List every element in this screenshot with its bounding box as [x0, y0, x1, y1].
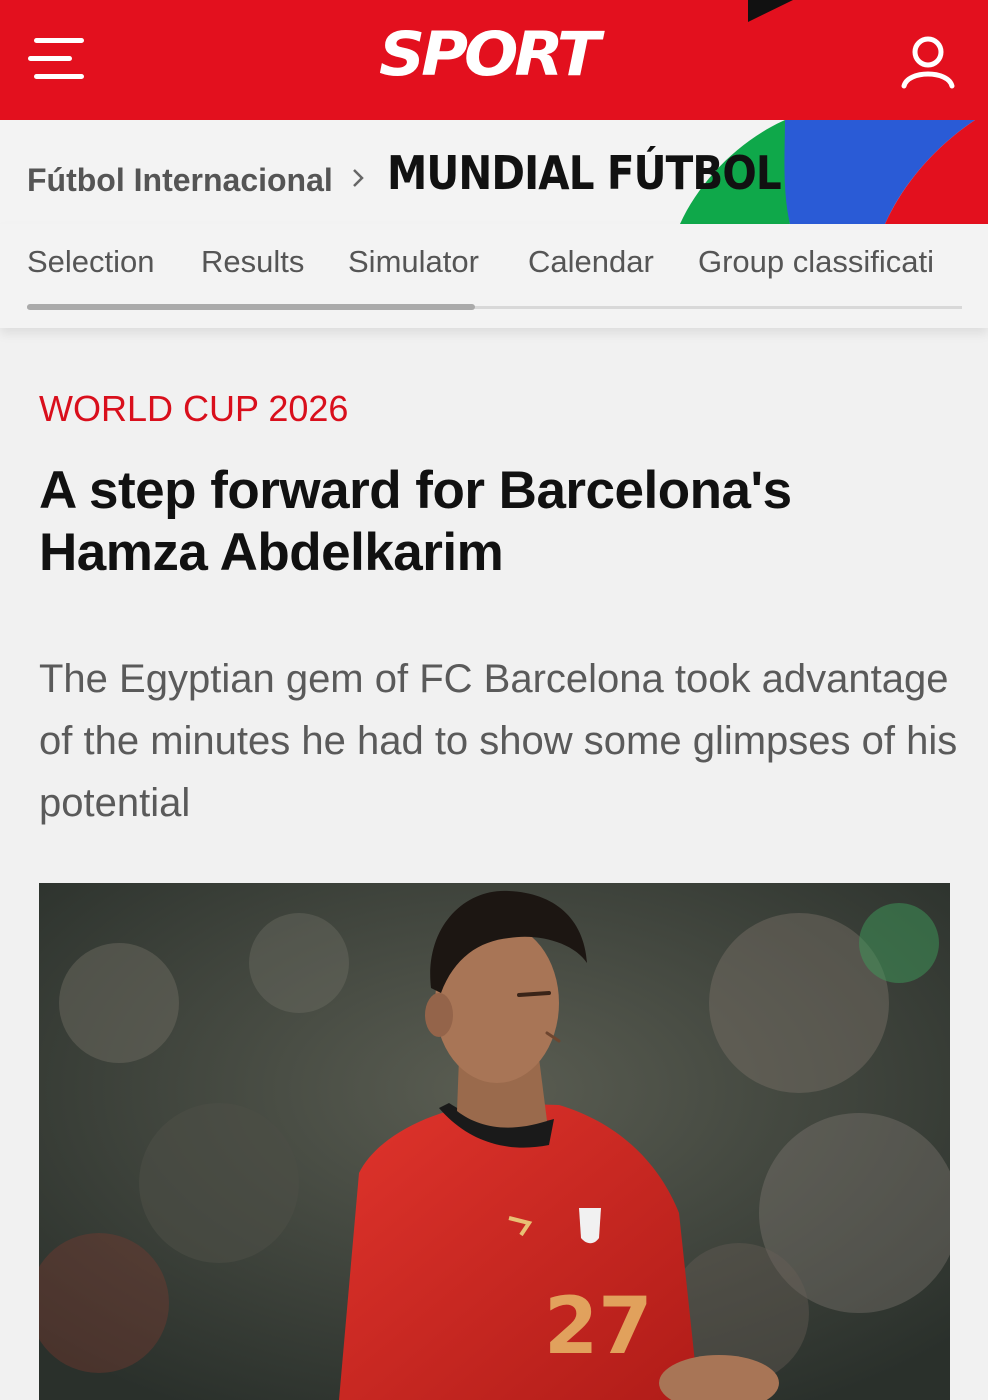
hamburger-menu-icon[interactable] — [28, 36, 86, 84]
article-headline: A step forward for Barcelona's Hamza Abd… — [39, 461, 792, 582]
chevron-right-icon — [353, 169, 364, 187]
article-photo: 27 — [39, 883, 950, 1400]
menu-bar — [28, 56, 72, 61]
article-subtitle: The Egyptian gem of FC Barcelona took ad… — [39, 657, 958, 825]
jersey-number: 27 — [544, 1282, 653, 1372]
section-title[interactable]: MUNDIAL FÚTBOL — [387, 146, 782, 200]
tab-calendar[interactable]: Calendar — [528, 244, 654, 280]
tab-results[interactable]: Results — [201, 244, 304, 280]
player-photo-illustration: 27 — [39, 883, 950, 1400]
section-banner: Fútbol Internacional MUNDIAL FÚTBOL — [0, 120, 988, 224]
section-tabs-bar: Selection Results Simulator Calendar Gro… — [0, 224, 988, 328]
menu-bar — [34, 74, 84, 79]
site-header: SPORT — [0, 0, 988, 120]
tab-group-classification[interactable]: Group classificati — [698, 244, 934, 280]
article-kicker[interactable]: WORLD CUP 2026 — [39, 388, 348, 430]
header-corner-decoration — [748, 0, 793, 22]
breadcrumb-parent-link[interactable]: Fútbol Internacional — [27, 162, 333, 199]
tab-selection[interactable]: Selection — [27, 244, 155, 280]
tab-list: Selection Results Simulator Calendar Gro… — [0, 224, 964, 304]
tabs-scrollbar-thumb[interactable] — [27, 304, 475, 310]
user-account-icon[interactable] — [898, 30, 958, 90]
menu-bar — [34, 38, 84, 43]
tab-simulator[interactable]: Simulator — [348, 244, 479, 280]
site-logo[interactable]: SPORT — [379, 24, 607, 87]
